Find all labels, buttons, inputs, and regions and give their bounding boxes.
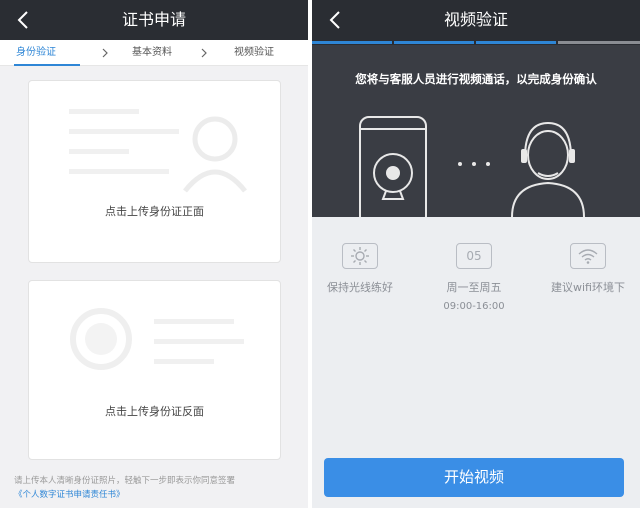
tip-lighting: 保持光线练好	[312, 243, 410, 295]
step-basic-info: 基本资料	[132, 47, 172, 58]
page-title: 证书申请	[121, 10, 186, 29]
id-back-upload-card[interactable]: 点击上传身份证反面	[28, 280, 281, 460]
start-video-button[interactable]: 开始视频	[324, 458, 624, 497]
id-front-upload-card[interactable]: 点击上传身份证正面	[28, 80, 281, 263]
video-verification-screen: 视频验证 您将与客服人员进行视频通话，以完成身份确认 保持光线练好 05 周一至…	[312, 0, 640, 508]
tip-schedule: 05 周一至周五 09:00-16:00	[424, 243, 524, 312]
sun-icon	[342, 243, 378, 269]
consent-notice: 请上传本人清晰身份证照片，轻触下一步即表示你同意签署 《个人数字证书申请责任书》	[14, 474, 304, 502]
video-call-illustration: 您将与客服人员进行视频通话，以完成身份确认	[312, 45, 640, 217]
active-step-underline	[14, 64, 80, 66]
tip-schedule-hours: 09:00-16:00	[443, 301, 505, 312]
top-bar: 视频验证	[312, 0, 640, 40]
calendar-icon: 05	[456, 243, 492, 269]
step-indicator: 身份验证 基本资料 视频验证	[0, 40, 308, 66]
customer-service-agent-icon	[511, 121, 585, 217]
step-video: 视频验证	[234, 47, 274, 58]
progress-segment	[558, 41, 640, 44]
id-card-back-placeholder-icon	[70, 308, 244, 370]
wifi-icon	[570, 243, 606, 269]
ellipsis-icon	[458, 162, 490, 166]
progress-segment	[394, 41, 474, 44]
chevron-right-icon	[201, 48, 207, 58]
top-bar: 证书申请	[0, 0, 308, 40]
id-card-front-placeholder-icon	[69, 109, 247, 193]
certificate-application-screen: 证书申请 身份验证 基本资料 视频验证 点击上传身份证正面 点击上传身份证反面 …	[0, 0, 308, 508]
tip-wifi: 建议wifi环境下	[538, 243, 638, 295]
front-card-label: 点击上传身份证正面	[105, 205, 204, 218]
step-identity: 身份验证	[16, 47, 56, 58]
phone-camera-icon	[359, 116, 427, 217]
progress-segment	[312, 41, 392, 44]
chevron-right-icon	[102, 48, 108, 58]
tip-lighting-label: 保持光线练好	[327, 281, 393, 294]
tip-wifi-label: 建议wifi环境下	[551, 281, 625, 294]
page-title: 视频验证	[443, 10, 508, 29]
consent-text: 请上传本人清晰身份证照片，轻触下一步即表示你同意签署	[14, 476, 236, 486]
progress-segment	[476, 41, 556, 44]
tip-schedule-label: 周一至周五	[446, 281, 502, 294]
consent-agreement-link[interactable]: 《个人数字证书申请责任书》	[14, 488, 304, 502]
back-card-label: 点击上传身份证反面	[105, 405, 204, 418]
verification-tips: 保持光线练好 05 周一至周五 09:00-16:00 建议wifi环境下	[312, 217, 640, 337]
